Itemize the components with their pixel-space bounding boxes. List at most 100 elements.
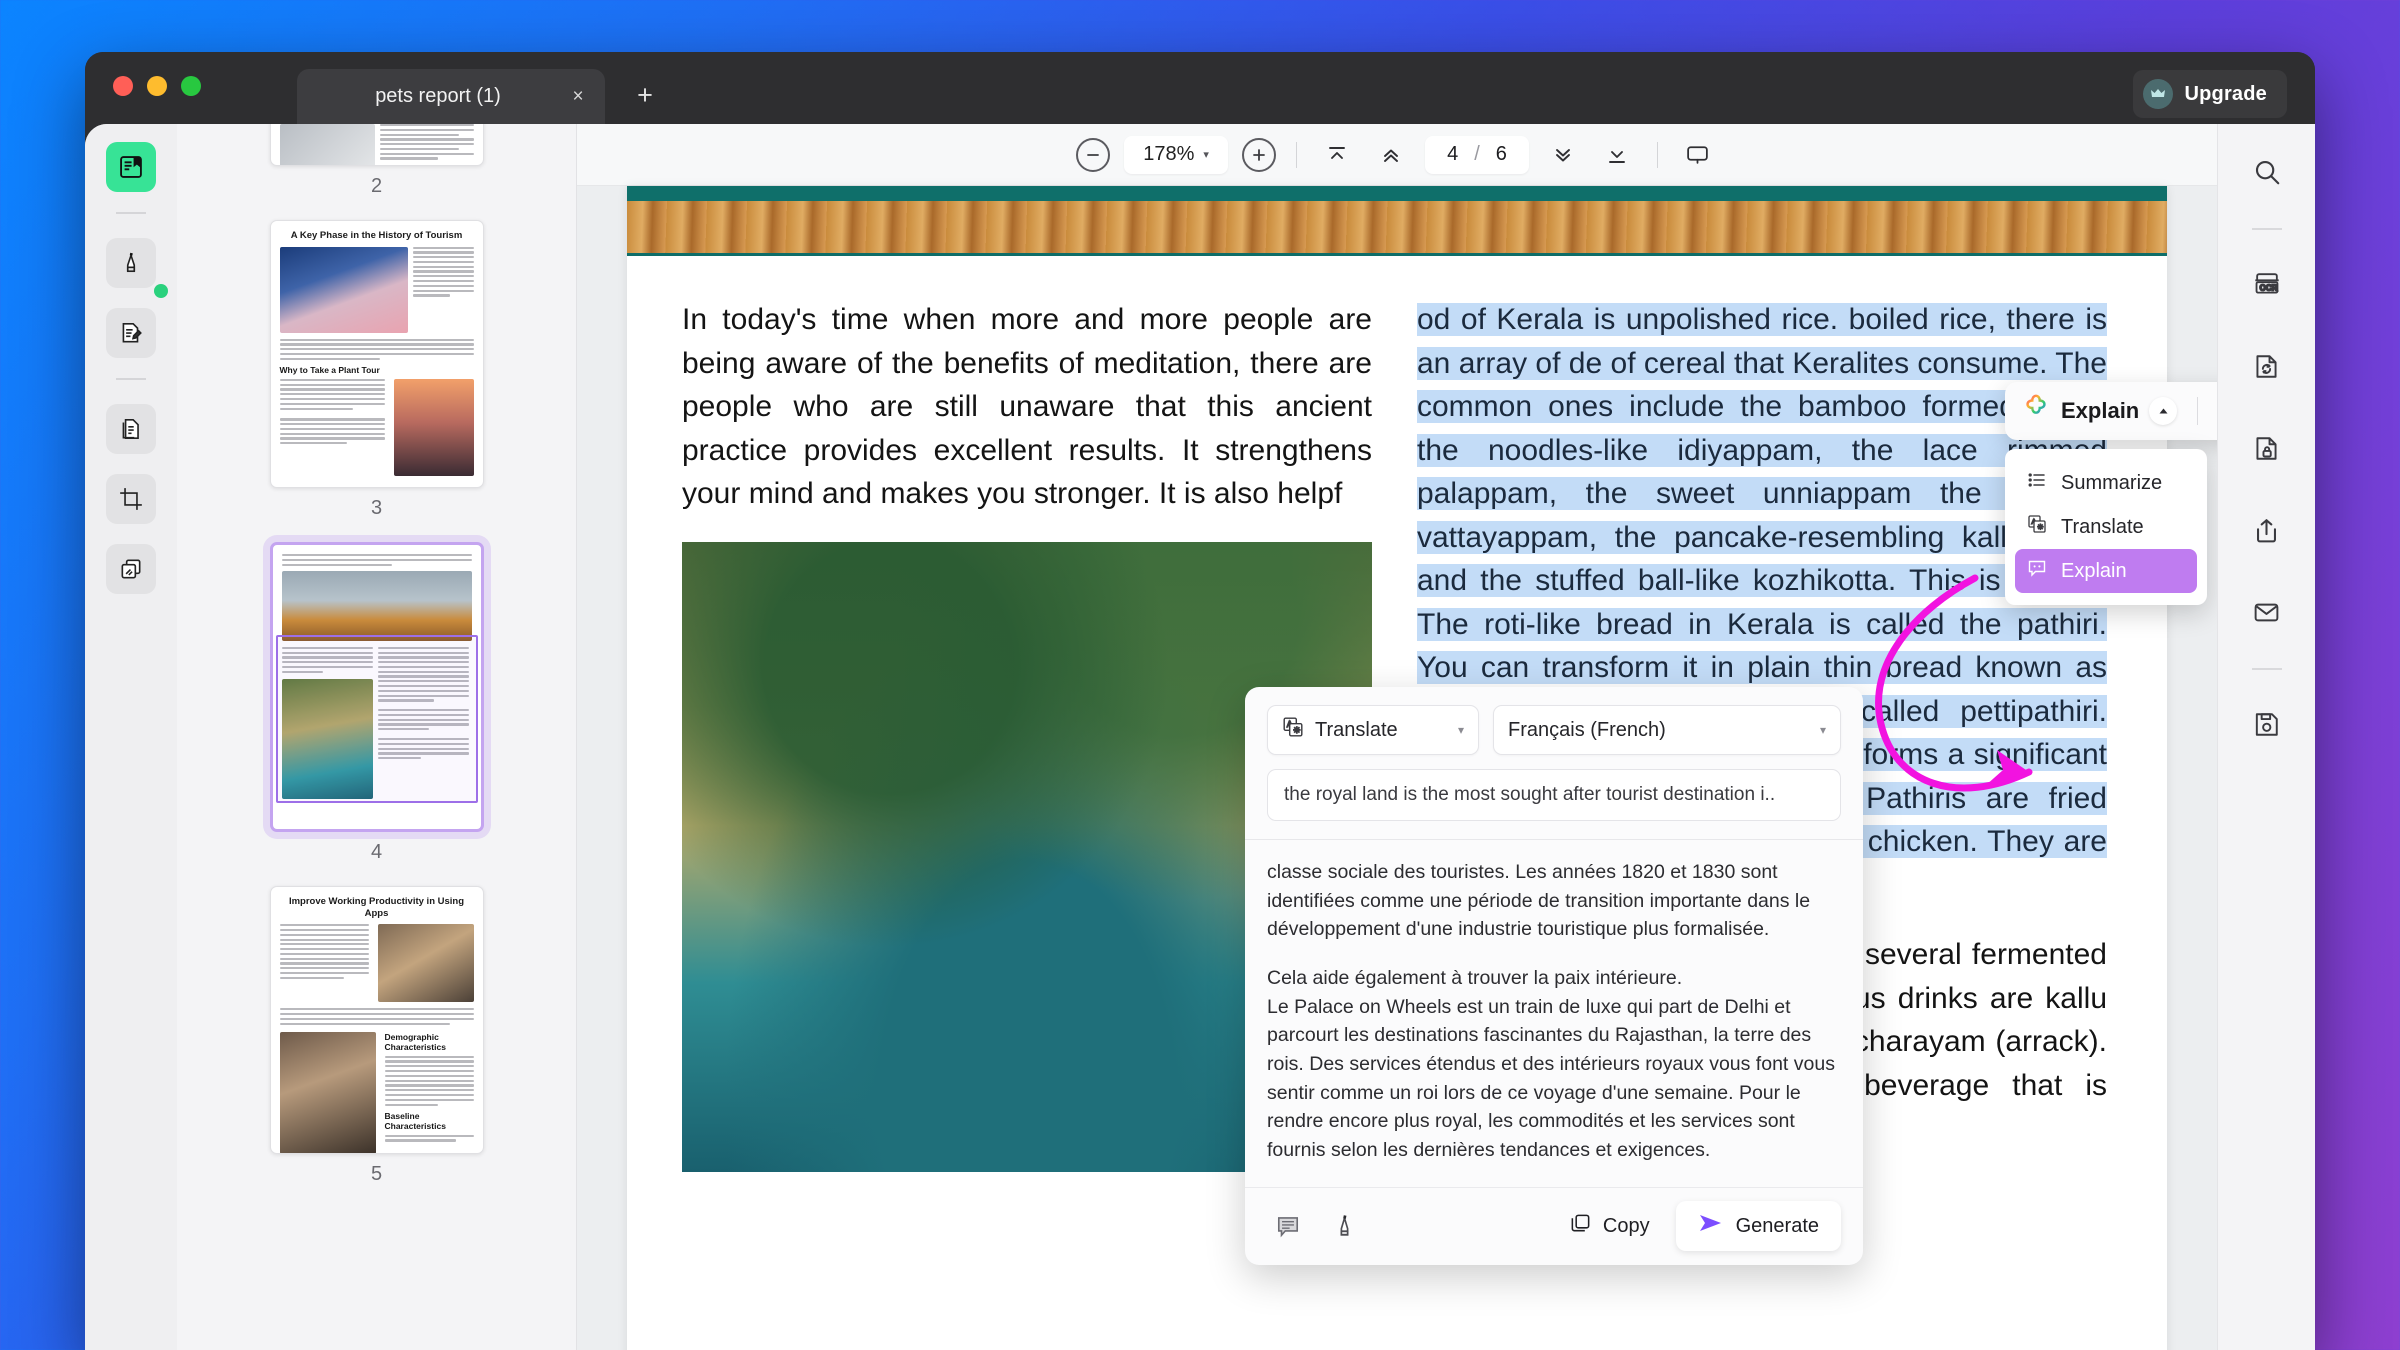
svg-text:OCR: OCR bbox=[2259, 283, 2277, 292]
page-number-field[interactable]: 4 / 6 bbox=[1425, 135, 1529, 174]
translate-controls-row: A ✳ Translate ▾ Français (French) ▾ bbox=[1267, 705, 1841, 755]
sidebar-item-reader-mode[interactable] bbox=[106, 142, 156, 192]
sidebar-item-search[interactable] bbox=[2241, 146, 2293, 198]
menu-item-translate[interactable]: A ✳ Translate bbox=[2015, 505, 2197, 549]
comment-icon[interactable] bbox=[1267, 1205, 1309, 1247]
menu-item-explain[interactable]: Explain bbox=[2015, 549, 2197, 593]
upgrade-label: Upgrade bbox=[2184, 82, 2267, 105]
zoom-level-value: 178% bbox=[1143, 143, 1195, 165]
translate-panel: A ✳ Translate ▾ Français (French) ▾ the bbox=[1245, 687, 1863, 1265]
thumbnail-number: 5 bbox=[370, 1163, 383, 1185]
target-language-select[interactable]: Français (French) ▾ bbox=[1493, 705, 1841, 755]
thumbnail-number: 3 bbox=[370, 497, 383, 519]
thumbnail-subtitle: Why to Take a Plant Tour bbox=[279, 364, 380, 375]
copy-button[interactable]: Copy bbox=[1557, 1204, 1662, 1248]
active-tool-indicator bbox=[154, 284, 168, 298]
ai-toolbar-divider bbox=[2197, 397, 2199, 425]
explain-dropdown-button[interactable]: Explain bbox=[2019, 393, 2183, 429]
generate-label: Generate bbox=[1735, 1214, 1819, 1237]
page-thumbnails-panel[interactable]: 2 A Key Phase in the History of Tourism bbox=[177, 124, 577, 1350]
upgrade-button[interactable]: Upgrade bbox=[2133, 70, 2287, 118]
menu-item-summarize[interactable]: Summarize bbox=[2015, 461, 2197, 505]
plus-circle-icon[interactable] bbox=[1242, 137, 1277, 172]
translate-icon: A ✳ bbox=[2027, 514, 2047, 540]
sidebar-item-extract-text[interactable] bbox=[106, 404, 156, 454]
current-page-value: 4 bbox=[1447, 143, 1459, 165]
last-page-icon[interactable] bbox=[1597, 137, 1637, 173]
minimize-window-button[interactable] bbox=[147, 76, 167, 96]
close-window-button[interactable] bbox=[113, 76, 133, 96]
sidebar-item-save[interactable] bbox=[2241, 698, 2293, 750]
sidebar-item-convert[interactable] bbox=[2241, 340, 2293, 392]
chevron-down-icon: ▾ bbox=[1203, 149, 1209, 161]
rail-divider bbox=[2251, 228, 2282, 230]
chevron-down-double-icon[interactable] bbox=[1543, 137, 1583, 173]
generate-button[interactable]: Generate bbox=[1675, 1201, 1841, 1252]
highlighter-icon[interactable] bbox=[1323, 1205, 1365, 1247]
sidebar-item-highlight-tool[interactable] bbox=[106, 238, 156, 288]
sidebar-item-email[interactable] bbox=[2241, 586, 2293, 638]
close-icon[interactable]: × bbox=[565, 84, 591, 110]
send-arrow-icon bbox=[1698, 1212, 1724, 1240]
thumbnail-number: 4 bbox=[370, 841, 383, 863]
title-bar: pets report (1) × + Upgrade bbox=[85, 52, 2315, 124]
svg-text:✳: ✳ bbox=[1293, 726, 1300, 735]
sidebar-item-organize-pages[interactable] bbox=[106, 544, 156, 594]
selection-ai-toolbar: Explain S U bbox=[2005, 382, 2217, 440]
translate-mode-label: Translate bbox=[1315, 718, 1398, 741]
menu-item-label: Translate bbox=[2061, 515, 2144, 538]
rail-divider bbox=[116, 212, 146, 214]
translation-result: classe sociale des touristes. Les années… bbox=[1267, 858, 1841, 1171]
thumbnail-page-4[interactable]: 4 bbox=[177, 542, 576, 886]
minus-circle-icon[interactable] bbox=[1076, 137, 1111, 172]
toolbar-divider bbox=[1296, 141, 1298, 168]
translate-panel-footer: Copy Generate bbox=[1245, 1186, 1863, 1265]
panel-divider bbox=[1245, 839, 1863, 840]
thumbnail-number: 2 bbox=[370, 175, 383, 197]
presentation-icon[interactable] bbox=[1678, 137, 1718, 173]
rail-divider bbox=[116, 378, 146, 380]
sidebar-item-annotate-tool[interactable] bbox=[106, 308, 156, 358]
copy-icon bbox=[1569, 1212, 1592, 1241]
target-language-label: Français (French) bbox=[1508, 718, 1666, 741]
first-page-icon[interactable] bbox=[1317, 137, 1357, 173]
thumbnail-subtitle-2: Baseline Characteristics bbox=[384, 1110, 446, 1131]
caret-up-icon[interactable] bbox=[2149, 397, 2178, 425]
thumbnail-page-5[interactable]: Improve Working Productivity in Using Ap… bbox=[177, 886, 576, 1208]
translation-paragraph-1: classe sociale des touristes. Les années… bbox=[1267, 861, 1811, 941]
new-tab-button[interactable]: + bbox=[630, 80, 660, 110]
thumbnail-page-2[interactable]: 2 bbox=[177, 124, 576, 220]
sidebar-item-crop-page[interactable] bbox=[106, 474, 156, 524]
document-paragraph-left[interactable]: In today's time when more and more peopl… bbox=[682, 298, 1372, 516]
viewer-toolbar: 178% ▾ 4 / 6 bbox=[577, 124, 2217, 186]
thumbnail-title: A Key Phase in the History of Tourism bbox=[290, 230, 463, 241]
zoom-level-selector[interactable]: 178% ▾ bbox=[1124, 135, 1229, 174]
translation-paragraph-2: Cela aide également à trouver la paix in… bbox=[1267, 966, 1835, 1161]
source-text-input[interactable]: the royal land is the most sought after … bbox=[1267, 769, 1841, 821]
explain-dropdown-menu[interactable]: Summarize A ✳ Translate bbox=[2005, 449, 2207, 605]
tab-title: pets report (1) bbox=[375, 85, 501, 107]
toolbar-divider bbox=[1656, 141, 1658, 168]
translate-mode-select[interactable]: A ✳ Translate ▾ bbox=[1267, 705, 1479, 755]
explain-label: Explain bbox=[2061, 398, 2140, 423]
menu-item-label: Explain bbox=[2061, 559, 2127, 582]
page-header-photo bbox=[627, 186, 2167, 256]
highlighter-icon[interactable] bbox=[2212, 389, 2217, 433]
list-icon bbox=[2027, 470, 2047, 496]
window-controls bbox=[113, 76, 201, 96]
chevron-down-icon: ▾ bbox=[1819, 723, 1826, 737]
chevron-up-double-icon[interactable] bbox=[1371, 137, 1411, 173]
thumbnail-page-3[interactable]: A Key Phase in the History of Tourism Wh… bbox=[177, 220, 576, 542]
crown-icon bbox=[2143, 79, 2174, 109]
sidebar-item-ocr[interactable]: OCR bbox=[2241, 258, 2293, 310]
explain-bubble-icon bbox=[2027, 558, 2047, 584]
document-tab[interactable]: pets report (1) × bbox=[297, 69, 605, 124]
ai-sparkle-icon bbox=[2021, 393, 2051, 429]
rail-divider bbox=[2251, 668, 2282, 670]
translate-icon: A ✳ bbox=[1282, 716, 1304, 744]
maximize-window-button[interactable] bbox=[181, 76, 201, 96]
sidebar-item-share[interactable] bbox=[2241, 504, 2293, 556]
document-viewer: 178% ▾ 4 / 6 In today's time when more a… bbox=[577, 124, 2217, 1350]
left-tool-rail bbox=[85, 124, 177, 1350]
sidebar-item-protect[interactable] bbox=[2241, 422, 2293, 474]
